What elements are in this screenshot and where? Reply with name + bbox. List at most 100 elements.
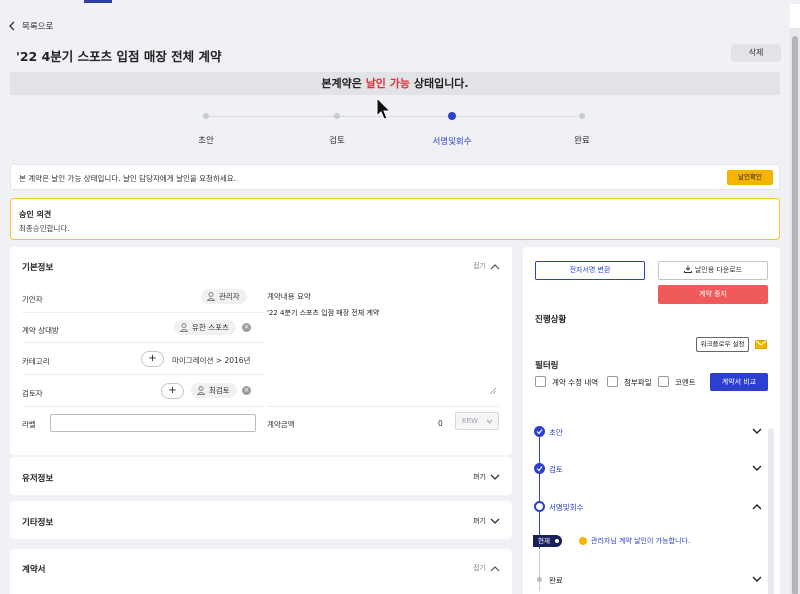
workflow-settings-button[interactable]: 워크플로우 설정 (696, 337, 749, 352)
timeline-item-complete[interactable]: 완료 (535, 572, 772, 592)
drafter-chip: 관리자 (201, 289, 247, 304)
contract-fold-toggle[interactable]: 접기 (473, 563, 500, 573)
divider (22, 406, 264, 407)
chevron-down-icon (752, 428, 762, 434)
current-badge-label: 현재 (538, 537, 550, 545)
timeline-label: 검토 (549, 465, 563, 474)
reviewer-chip: 최검토 (191, 383, 237, 398)
contract-heading: 계약서 (22, 565, 46, 575)
timeline-line (539, 431, 540, 549)
timeline-label: 초안 (549, 428, 563, 437)
active-tab-indicator (84, 0, 112, 3)
filter-attachments-checkbox[interactable] (607, 376, 618, 387)
step-label: 검토 (329, 136, 345, 146)
current-step-icon (534, 501, 545, 512)
currency-select[interactable]: KRW (455, 412, 499, 430)
scrollbar-thumb[interactable] (792, 36, 798, 594)
user-icon (207, 292, 215, 301)
label-input[interactable] (50, 414, 256, 432)
resize-handle-icon[interactable] (489, 387, 497, 395)
timeline-item-sign[interactable]: 서명및회수 (534, 499, 772, 519)
timeline-label: 서명및회수 (549, 503, 584, 512)
step-label: 완료 (574, 136, 590, 146)
drafter-value: 관리자 (219, 292, 240, 301)
step-complete: 완료 (542, 108, 622, 146)
summary-label: 계약내용 요약 (267, 292, 311, 301)
seal-confirm-button[interactable]: 날인확인 (727, 170, 773, 185)
user-info-card[interactable]: 유저정보 펴기 (10, 457, 512, 495)
chevron-up-icon (752, 504, 762, 510)
opinion-heading: 승인 의견 (19, 210, 52, 219)
filter-comments-checkbox[interactable] (658, 376, 669, 387)
info-icon (579, 537, 587, 545)
download-label: 날인용 다운로드 (694, 266, 743, 274)
category-label: 카테고리 (22, 357, 50, 366)
filter-edits-checkbox[interactable] (535, 376, 546, 387)
step-label: 초안 (198, 136, 214, 146)
remove-reviewer-icon[interactable]: × (242, 386, 251, 395)
chevron-down-icon (752, 465, 762, 471)
basic-info-fold-toggle[interactable]: 접기 (473, 261, 500, 271)
add-category-button[interactable]: + (141, 351, 164, 367)
chevron-down-icon (490, 474, 500, 480)
stop-contract-button[interactable]: 계약 중지 (658, 285, 768, 304)
summary-textarea[interactable]: '22 4분기 스포츠 입점 매장 전체 계약 (267, 308, 379, 318)
remove-party-icon[interactable]: × (242, 323, 251, 332)
chevron-up-icon (490, 263, 500, 269)
timeline-scrollbar[interactable] (768, 428, 774, 594)
user-icon (180, 323, 188, 332)
back-link[interactable]: 목록으로 (8, 20, 53, 32)
chevron-down-icon (486, 419, 493, 424)
divider (22, 374, 264, 375)
filter-heading: 필터링 (535, 361, 559, 371)
check-circle-icon (534, 426, 545, 437)
banner-highlight: 날인 가능 (365, 77, 410, 90)
party-value: 유한 스포츠 (192, 323, 229, 332)
step-progress: 초안 검토 서명및회수 완료 (0, 108, 790, 148)
add-reviewer-button[interactable]: + (161, 383, 184, 399)
divider (267, 406, 499, 407)
approval-opinion: 승인 의견 최종승인합니다. (10, 198, 780, 240)
other-info-fold-toggle[interactable]: 펴기 (473, 516, 500, 526)
current-message: 관리자님 계약 날인이 가능합니다. (579, 536, 690, 546)
window-scrollbar[interactable] (790, 28, 800, 594)
esign-convert-button[interactable]: 전자서명 변환 (535, 261, 645, 280)
divider (22, 312, 264, 313)
user-info-fold-toggle[interactable]: 펴기 (473, 472, 500, 482)
chevron-down-icon (752, 576, 762, 582)
timeline-item-draft[interactable]: 초안 (534, 424, 772, 444)
basic-info-heading: 기본정보 (22, 263, 54, 273)
timeline-label: 완료 (549, 576, 563, 585)
seal-download-button[interactable]: 날인용 다운로드 (658, 261, 768, 280)
step-label: 서명및회수 (432, 137, 472, 147)
page-title: '22 4분기 스포츠 입점 매장 전체 계약 (16, 49, 222, 64)
opinion-body: 최종승인합니다. (19, 224, 70, 233)
progress-heading: 진행상황 (535, 315, 567, 325)
timeline-item-review[interactable]: 검토 (534, 461, 772, 481)
back-link-label: 목록으로 (22, 22, 54, 32)
other-info-card[interactable]: 기타정보 펴기 (10, 501, 512, 539)
current-message-text: 관리자님 계약 날인이 가능합니다. (591, 537, 691, 545)
page: 목록으로 '22 4분기 스포츠 입점 매장 전체 계약 삭제 본계약은 날인 … (0, 4, 790, 594)
right-panel: 전자서명 변환 날인용 다운로드 계약 중지 진행상황 워크플로우 설정 필터링… (523, 247, 780, 594)
banner-suffix: 상태입니다. (410, 77, 469, 90)
category-value: 마이그레이션 > 2016년 (172, 356, 251, 365)
chevron-up-icon (490, 565, 500, 571)
amount-value[interactable]: 0 (438, 419, 443, 428)
step-review: 검토 (297, 108, 377, 146)
check-circle-icon (534, 463, 545, 474)
step-draft: 초안 (166, 108, 246, 146)
divider (22, 342, 264, 343)
filter-edits-label: 계약 수정 내역 (552, 378, 599, 387)
step-sign: 서명및회수 (412, 108, 492, 147)
progress-timeline: 초안 검토 서명및회수 현재 관리자님 계약 날인이 가능합니다. 완료 (533, 411, 772, 594)
fold-label: 접기 (473, 262, 486, 270)
compare-contract-button[interactable]: 계약서 비교 (710, 373, 768, 391)
fold-label: 접기 (473, 564, 486, 572)
filter-comments-label: 코멘트 (675, 378, 696, 387)
mail-icon[interactable] (755, 340, 767, 349)
contract-card: 계약서 접기 (10, 549, 512, 594)
party-label: 계약 상대방 (22, 326, 59, 335)
reviewer-value: 최검토 (209, 386, 230, 395)
delete-button[interactable]: 삭제 (731, 44, 781, 62)
